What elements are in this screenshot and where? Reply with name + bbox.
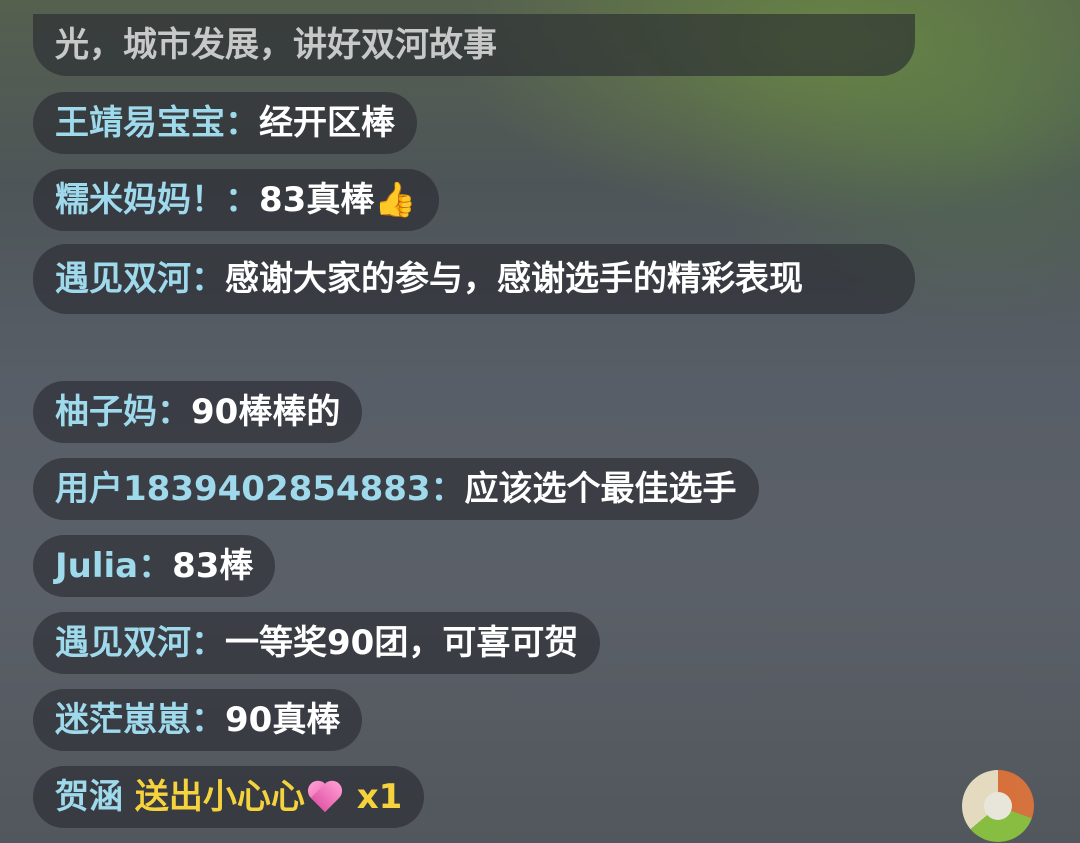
gift-text: 送出小心心	[134, 777, 305, 817]
comment-username[interactable]: 用户1839402854883：	[55, 469, 465, 509]
comment-text: 90真棒	[225, 700, 341, 740]
comment-bubble: 光，城市发展，讲好双河故事	[33, 14, 915, 76]
comment-bubble: Julia：83棒	[33, 535, 276, 597]
comment-bubble: 遇见双河：一等奖90团，可喜可贺	[33, 612, 601, 674]
thumbs-up-icon: 👍	[374, 180, 417, 220]
comment-text: 应该选个最佳选手	[464, 469, 737, 509]
comment-bubble: 用户1839402854883：应该选个最佳选手	[33, 458, 759, 520]
comment-text: 一等奖90团，可喜可贺	[225, 623, 579, 663]
comment-username[interactable]: 贺涵	[55, 777, 123, 817]
comment-username[interactable]: 遇见双河：	[55, 259, 225, 299]
live-comment-feed: 光，城市发展，讲好双河故事 王靖易宝宝：经开区棒 糯米妈妈！：83真棒👍 遇见双…	[0, 0, 1080, 843]
comment-text: 经开区棒	[259, 103, 395, 143]
comment-bubble: 柚子妈：90棒棒的	[33, 381, 363, 443]
comment-username[interactable]: 迷茫崽崽：	[55, 700, 225, 740]
comment-username[interactable]: 遇见双河：	[55, 623, 225, 663]
comment-text: 90棒棒的	[191, 392, 341, 432]
comment-bubble: 迷茫崽崽：90真棒	[33, 689, 363, 751]
comment-username[interactable]: Julia：	[55, 546, 172, 586]
comment-bubble: 王靖易宝宝：经开区棒	[33, 92, 417, 154]
comment-text: 感谢大家的参与，感谢选手的精彩表现	[225, 259, 803, 299]
comment-username[interactable]: 王靖易宝宝：	[55, 103, 259, 143]
comment-username[interactable]: 柚子妈：	[55, 392, 191, 432]
comment-text: 83棒	[172, 546, 254, 586]
logo-icon	[962, 770, 1034, 842]
heart-icon	[307, 780, 343, 812]
comment-bubble: 遇见双河：感谢大家的参与，感谢选手的精彩表现	[33, 244, 915, 314]
comment-username[interactable]: 糯米妈妈！：	[55, 180, 259, 220]
gift-bubble: 贺涵 送出小心心 x1	[33, 766, 425, 828]
comment-bubble: 糯米妈妈！：83真棒👍	[33, 169, 439, 231]
gift-count: x1	[356, 777, 403, 817]
comment-text: 83真棒	[259, 180, 375, 220]
comment-text: 光，城市发展，讲好双河故事	[55, 25, 497, 65]
logo-core	[984, 792, 1012, 820]
